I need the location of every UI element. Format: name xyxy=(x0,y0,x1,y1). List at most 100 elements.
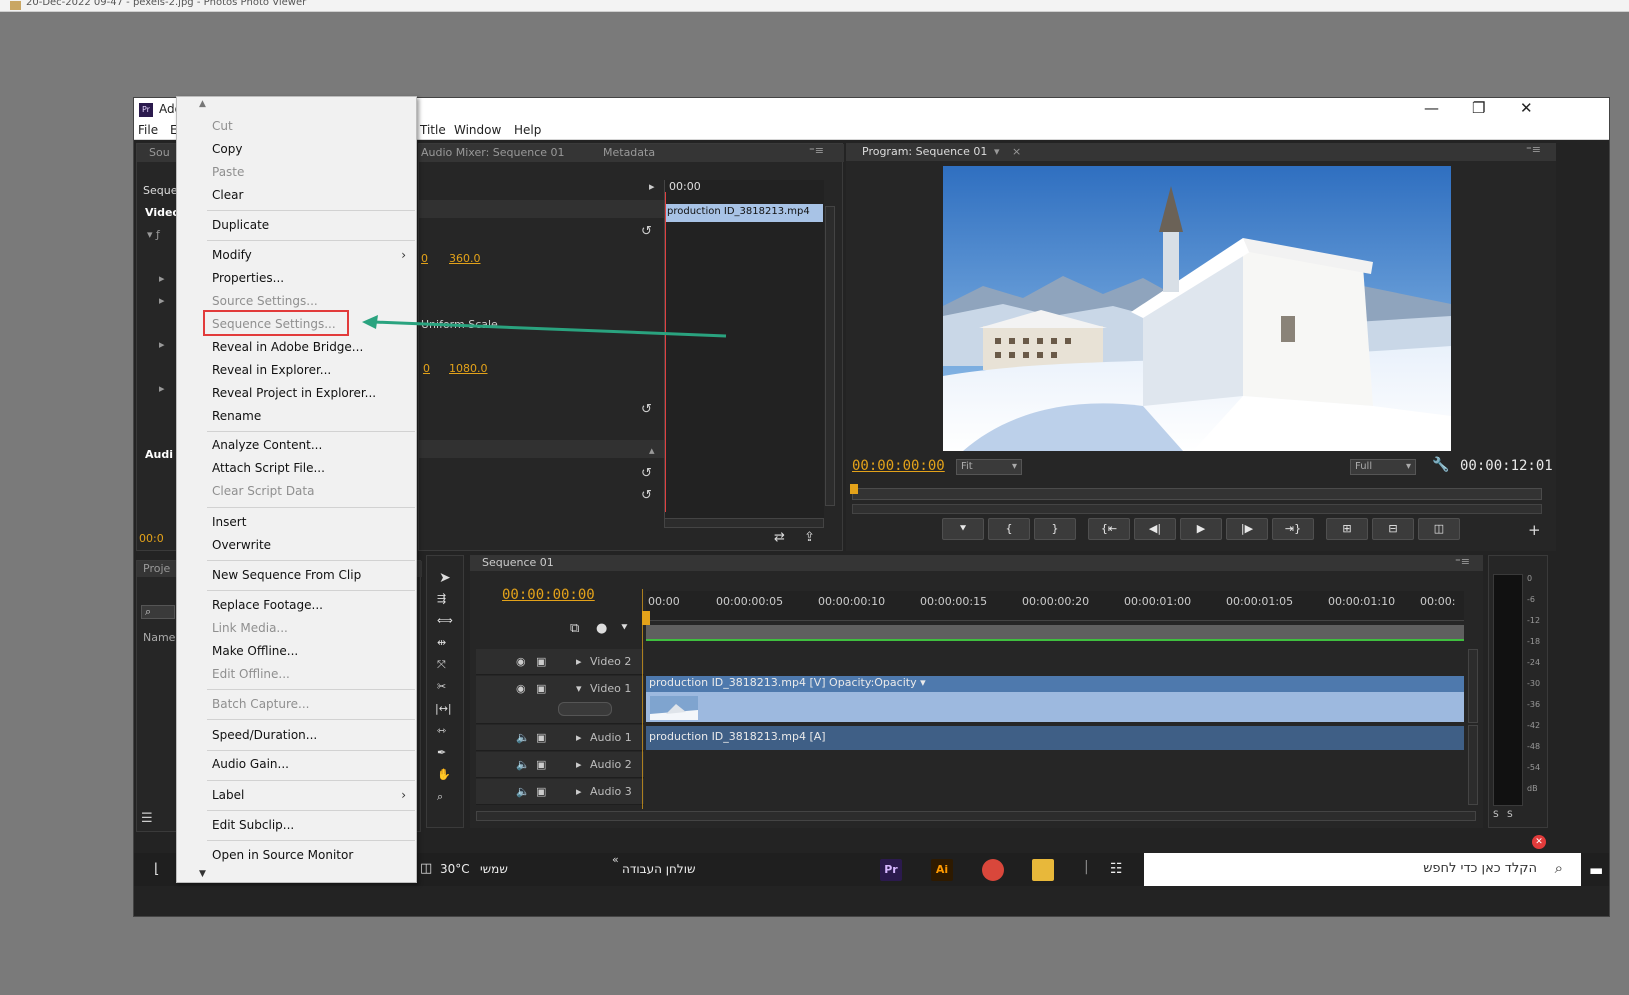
menu-item-sequence-settings[interactable]: Sequence Settings... xyxy=(212,317,336,331)
video-track-scrollbar[interactable] xyxy=(1468,649,1478,723)
expand-arrow-icon[interactable]: ▸ xyxy=(576,758,582,771)
rolling-edit-tool-icon[interactable]: ⇹ xyxy=(437,636,446,649)
speaker-icon[interactable]: 🔈 xyxy=(516,758,530,771)
menu-title[interactable]: Title xyxy=(420,123,446,137)
extract-button[interactable]: ⊟ xyxy=(1372,518,1414,540)
set-marker-icon[interactable]: ● xyxy=(596,621,607,636)
project-name-header[interactable]: Name xyxy=(143,631,175,644)
tab-close-icon[interactable]: × xyxy=(1012,145,1021,158)
reset-icon[interactable]: ↺ xyxy=(641,488,652,503)
fit-dropdown[interactable]: Fit ▾ xyxy=(956,459,1022,475)
menu-scroll-down-icon[interactable]: ▼ xyxy=(199,869,206,879)
menu-item-link-media[interactable]: Link Media... xyxy=(212,621,288,635)
minimize-button[interactable]: — xyxy=(1424,99,1439,117)
panel-menu-icon[interactable]: ⁼≡ xyxy=(1526,143,1541,156)
tab-metadata[interactable]: Metadata xyxy=(603,146,655,159)
pen-tool-icon[interactable]: ✒ xyxy=(437,746,446,759)
menu-help[interactable]: Help xyxy=(514,123,541,137)
menu-item-reveal-in-explorer[interactable]: Reveal in Explorer... xyxy=(212,363,331,377)
taskbar-search-input[interactable]: הקלד כאן כדי לחפש ⌕ xyxy=(1144,853,1581,886)
tab-sequence[interactable]: Sequence 01 xyxy=(482,556,554,569)
menu-item-rename[interactable]: Rename xyxy=(212,409,261,423)
menu-item-clear-script[interactable]: Clear Script Data xyxy=(212,484,314,498)
expand-arrow-icon[interactable]: ▸ xyxy=(159,294,165,307)
solo-left-button[interactable]: S xyxy=(1493,810,1499,820)
program-current-timecode[interactable]: 00:00:00:00 xyxy=(852,458,945,474)
menu-item-batch-capture[interactable]: Batch Capture... xyxy=(212,697,309,711)
step-forward-button[interactable]: |▶ xyxy=(1226,518,1268,540)
menu-item-open-in-source-monitor[interactable]: Open in Source Monitor xyxy=(212,848,353,862)
error-badge-icon[interactable]: ✕ xyxy=(1532,835,1546,849)
ec-scrollbar[interactable] xyxy=(825,206,835,506)
menu-item-modify[interactable]: Modify xyxy=(212,248,252,262)
file-explorer-icon[interactable] xyxy=(1032,859,1054,881)
program-playhead-marker[interactable] xyxy=(850,484,858,494)
menu-window[interactable]: Window xyxy=(454,123,501,137)
anchor-x-value[interactable]: 0 xyxy=(423,362,430,375)
start-button[interactable]: ▬ xyxy=(1581,853,1609,886)
solo-right-button[interactable]: S xyxy=(1507,810,1513,820)
snap-icon[interactable]: ⧉ xyxy=(570,621,579,636)
chrome-taskbar-icon[interactable] xyxy=(982,859,1004,881)
keyframe-nav[interactable] xyxy=(558,702,612,716)
illustrator-taskbar-icon[interactable]: Ai xyxy=(931,859,953,881)
audio-track-scrollbar[interactable] xyxy=(1468,725,1478,805)
time-ruler[interactable]: 00:00 00:00:00:05 00:00:00:10 00:00:00:1… xyxy=(646,591,1464,621)
expand-arrow-icon[interactable]: ▸ xyxy=(159,382,165,395)
ec-zoom-bar[interactable] xyxy=(664,518,824,528)
video-clip[interactable]: production ID_3818213.mp4 [V] Opacity:Op… xyxy=(646,676,1464,722)
button-editor-plus-icon[interactable]: + xyxy=(1528,521,1541,539)
menu-item-reveal-project[interactable]: Reveal Project in Explorer... xyxy=(212,386,376,400)
position-x-value[interactable]: 0 xyxy=(421,252,428,265)
collapse-arrow-icon[interactable]: ▾ xyxy=(576,682,582,695)
close-button[interactable]: ✕ xyxy=(1520,99,1533,117)
mark-in-button[interactable]: { xyxy=(988,518,1030,540)
program-zoom-bar[interactable] xyxy=(852,504,1542,514)
track-select-tool-icon[interactable]: ⇶ xyxy=(437,592,446,605)
add-marker-button[interactable]: ⯆ xyxy=(942,518,984,540)
quality-dropdown[interactable]: Full ▾ xyxy=(1350,459,1416,475)
zoom-tool-icon[interactable]: ⌕ xyxy=(437,790,443,804)
tab-program-sequence[interactable]: Program: Sequence 01 xyxy=(862,145,987,158)
panel-menu-icon[interactable]: ⁼≡ xyxy=(1455,555,1470,568)
lock-icon[interactable]: ▣ xyxy=(536,785,546,798)
menu-item-label[interactable]: Label xyxy=(212,788,244,802)
hand-tool-icon[interactable]: ✋ xyxy=(437,768,451,781)
menu-item-overwrite[interactable]: Overwrite xyxy=(212,538,271,552)
expand-arrow-icon[interactable]: ▸ xyxy=(159,338,165,351)
menu-item-edit-offline[interactable]: Edit Offline... xyxy=(212,667,290,681)
ec-clip-bar[interactable]: production ID_3818213.mp4 xyxy=(665,204,823,222)
show-desktop-icon[interactable]: ⌊ xyxy=(154,861,159,877)
ec-loop-icon[interactable]: ⇄ xyxy=(774,530,785,545)
eye-icon[interactable]: ◉ xyxy=(516,682,526,695)
anchor-y-value[interactable]: 1080.0 xyxy=(449,362,488,375)
menu-item-properties[interactable]: Properties... xyxy=(212,271,284,285)
expand-arrow-icon[interactable]: ▸ xyxy=(576,731,582,744)
step-back-button[interactable]: ◀| xyxy=(1134,518,1176,540)
tab-project[interactable]: Proje xyxy=(143,562,170,575)
menu-item-analyze-content[interactable]: Analyze Content... xyxy=(212,438,322,452)
speaker-icon[interactable]: 🔈 xyxy=(516,731,530,744)
project-search-input[interactable]: ⌕ xyxy=(141,605,175,619)
menu-item-clear[interactable]: Clear xyxy=(212,188,243,202)
ec-export-icon[interactable]: ⇪ xyxy=(804,530,815,545)
reset-icon[interactable]: ↺ xyxy=(641,466,652,481)
menu-item-replace-footage[interactable]: Replace Footage... xyxy=(212,598,323,612)
slide-tool-icon[interactable]: ⇿ xyxy=(437,724,446,737)
lock-icon[interactable]: ▣ xyxy=(536,655,546,668)
menu-item-duplicate[interactable]: Duplicate xyxy=(212,218,269,232)
timeline-zoom-bar[interactable] xyxy=(476,811,1476,821)
tab-audio-mixer[interactable]: Audio Mixer: Sequence 01 xyxy=(421,146,565,159)
work-area-bar[interactable] xyxy=(646,625,1464,639)
export-frame-button[interactable]: ◫ xyxy=(1418,518,1460,540)
menu-item-new-sequence-from-clip[interactable]: New Sequence From Clip xyxy=(212,568,361,582)
timeline-timecode[interactable]: 00:00:00:00 xyxy=(502,587,595,603)
menu-item-attach-script[interactable]: Attach Script File... xyxy=(212,461,325,475)
maximize-button[interactable]: ❐ xyxy=(1472,99,1485,117)
lock-icon[interactable]: ▣ xyxy=(536,731,546,744)
play-button[interactable]: ▶ xyxy=(1180,518,1222,540)
ec-collapse-icon[interactable]: ▴ xyxy=(649,444,655,457)
reset-icon[interactable]: ↺ xyxy=(641,224,652,239)
speaker-icon[interactable]: 🔈 xyxy=(516,785,530,798)
position-y-value[interactable]: 360.0 xyxy=(449,252,481,265)
